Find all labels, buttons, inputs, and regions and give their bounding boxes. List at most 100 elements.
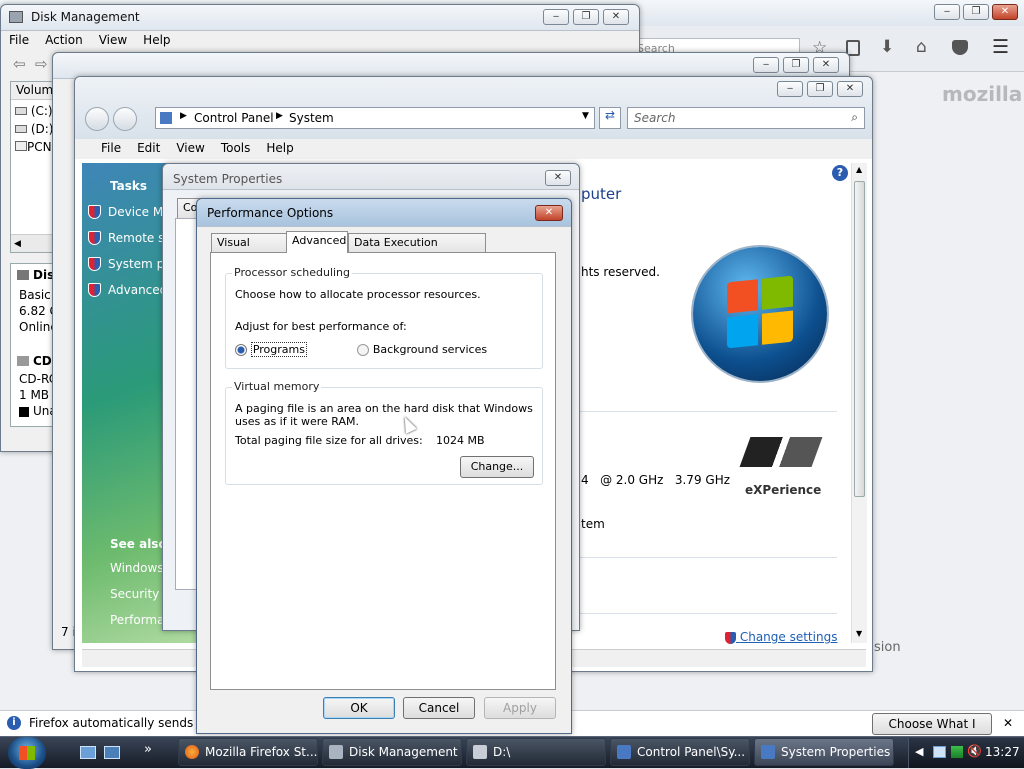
radio-background-services[interactable]: Background services (357, 342, 487, 356)
cp-minimize-button[interactable]: ‒ (777, 81, 803, 97)
cp-menu-help[interactable]: Help (258, 139, 301, 157)
taskbar-item-disk-management[interactable]: Disk Management (322, 738, 462, 766)
radio-background-button[interactable] (357, 343, 369, 356)
tab-visual-effects[interactable]: Visual Effects (211, 233, 287, 267)
radio-programs-label: Programs (250, 342, 307, 357)
taskbar-item-system-properties[interactable]: System Properties (754, 738, 894, 766)
cp-address-bar[interactable]: ▶ Control Panel ▶ System ▼ (155, 107, 595, 129)
virtual-memory-label: Virtual memory (232, 380, 322, 393)
clock[interactable]: 13:27 (985, 745, 1020, 759)
disk-menu-file[interactable]: File (1, 31, 37, 49)
choose-what-i-share-button[interactable]: Choose What I Share (872, 713, 992, 751)
disk-menu-action[interactable]: Action (37, 31, 91, 49)
scroll-left-icon[interactable]: ◀ (11, 239, 21, 249)
apply-button: Apply (484, 697, 556, 719)
security-flag-icon[interactable] (951, 746, 963, 758)
disk-menubar: File Action View Help (1, 31, 639, 51)
cp-search-input[interactable]: Search ⌕ (627, 107, 865, 129)
virtual-memory-group: Virtual memory A paging file is an area … (225, 380, 543, 485)
start-button[interactable] (8, 737, 46, 769)
cp-restore-button[interactable]: ❐ (807, 81, 833, 97)
volume-pcn-label: PCN (27, 140, 52, 154)
cancel-button[interactable]: Cancel (403, 697, 475, 719)
tray-back-icon[interactable]: ◀ (915, 745, 923, 758)
see-also-performance[interactable]: Performa (110, 613, 164, 627)
cp-back-button[interactable] (85, 107, 109, 131)
disk0-icon (17, 270, 29, 280)
search-icon[interactable]: ⌕ (851, 110, 858, 125)
firefox-icon (185, 745, 199, 759)
disk-forward-icon[interactable]: ⇨ (35, 55, 48, 73)
scroll-thumb[interactable] (854, 181, 865, 497)
disk-minimize-button[interactable]: ‒ (543, 9, 569, 25)
radio-programs[interactable]: Programs (235, 342, 307, 357)
system-properties-close-button[interactable]: ✕ (545, 170, 571, 186)
breadcrumb-system[interactable]: System (289, 111, 334, 125)
cp-vertical-scrollbar[interactable]: ▲ ▼ (851, 163, 867, 643)
disk-restore-button[interactable]: ❐ (573, 9, 599, 25)
processor-description: Choose how to allocate processor resourc… (235, 288, 481, 301)
cp-menu-file[interactable]: File (75, 139, 129, 157)
scroll-up-icon[interactable]: ▲ (856, 165, 862, 174)
performance-options-title: Performance Options (207, 206, 334, 220)
network-icon[interactable] (933, 746, 946, 758)
task-advanced-settings[interactable]: Advanced (108, 283, 167, 297)
cp-menu-view[interactable]: View (168, 139, 212, 157)
quicklaunch-overflow-icon[interactable]: » (144, 742, 152, 757)
scroll-down-icon[interactable]: ▼ (856, 629, 862, 638)
cp-forward-button[interactable] (113, 107, 137, 131)
explorer-back-close-button[interactable]: ✕ (813, 57, 839, 73)
show-desktop-icon[interactable] (80, 746, 96, 759)
disk-management-titlebar: Disk Management ‒ ❐ ✕ (1, 5, 639, 31)
see-also-windows-update[interactable]: Windows (110, 561, 164, 575)
taskbar-item-d-drive[interactable]: D:\ (466, 738, 606, 766)
drive-icon (15, 107, 27, 115)
processor-scheduling-group: Processor scheduling Choose how to alloc… (225, 266, 543, 369)
ok-button[interactable]: OK (323, 697, 395, 719)
shield-icon (88, 257, 101, 271)
disk-back-icon[interactable]: ⇦ (13, 55, 26, 73)
breadcrumb-control-panel[interactable]: Control Panel (194, 111, 274, 125)
firefox-minimize-button[interactable]: ‒ (934, 4, 960, 20)
task-remote-settings[interactable]: Remote s (108, 231, 164, 245)
cp-menu-edit[interactable]: Edit (129, 139, 168, 157)
cp-menubar: File Edit View Tools Help (75, 139, 872, 159)
help-icon[interactable]: ? (832, 165, 848, 181)
taskbar-item-control-panel[interactable]: Control Panel\Sy... (610, 738, 750, 766)
menu-hamburger-icon[interactable]: ☰ (992, 36, 1009, 58)
taskbar-firefox-label: Mozilla Firefox St... (205, 745, 318, 759)
download-icon[interactable]: ⬇ (880, 37, 894, 57)
volume-row-d[interactable]: (D:) (15, 122, 53, 136)
switch-windows-icon[interactable] (104, 746, 120, 759)
address-dropdown-icon[interactable]: ▼ (582, 111, 589, 121)
cp-menu-tools[interactable]: Tools (213, 139, 259, 157)
tab-advanced[interactable]: Advanced (286, 231, 348, 253)
windows-flag-icon (727, 275, 793, 349)
separator-line (575, 557, 837, 558)
notification-close-icon[interactable]: ✕ (1003, 716, 1013, 730)
volume-row-pcn[interactable]: PCN (15, 140, 52, 154)
change-virtual-memory-button[interactable]: Change... (460, 456, 534, 478)
shield-icon (88, 283, 101, 297)
disk-close-button[interactable]: ✕ (603, 9, 629, 25)
taskbar-item-firefox[interactable]: Mozilla Firefox St... (178, 738, 318, 766)
volume-muted-icon[interactable]: 🔇 (967, 744, 982, 758)
firefox-restore-button[interactable]: ❐ (963, 4, 989, 20)
explorer-back-minimize-button[interactable]: ‒ (753, 57, 779, 73)
explorer-back-restore-button[interactable]: ❐ (783, 57, 809, 73)
info-icon: i (7, 716, 21, 730)
home-icon[interactable]: ⌂ (916, 37, 927, 57)
disk-menu-help[interactable]: Help (135, 31, 178, 49)
tab-data-execution-prevention[interactable]: Data Execution Prevention (348, 233, 486, 267)
cp-refresh-button[interactable]: ⇄ (599, 107, 621, 129)
disk-menu-view[interactable]: View (91, 31, 135, 49)
cp-close-button[interactable]: ✕ (837, 81, 863, 97)
task-system-protection[interactable]: System pr (108, 257, 169, 271)
change-settings-label: Change settings (739, 630, 838, 644)
change-settings-link[interactable]: Change settings (725, 630, 837, 644)
performance-close-button[interactable]: ✕ (535, 205, 563, 221)
volume-row-c[interactable]: (C:) (15, 104, 53, 118)
breadcrumb-sep-icon: ▶ (180, 111, 187, 121)
firefox-close-button[interactable]: ✕ (992, 4, 1018, 20)
radio-programs-button[interactable] (235, 343, 247, 356)
